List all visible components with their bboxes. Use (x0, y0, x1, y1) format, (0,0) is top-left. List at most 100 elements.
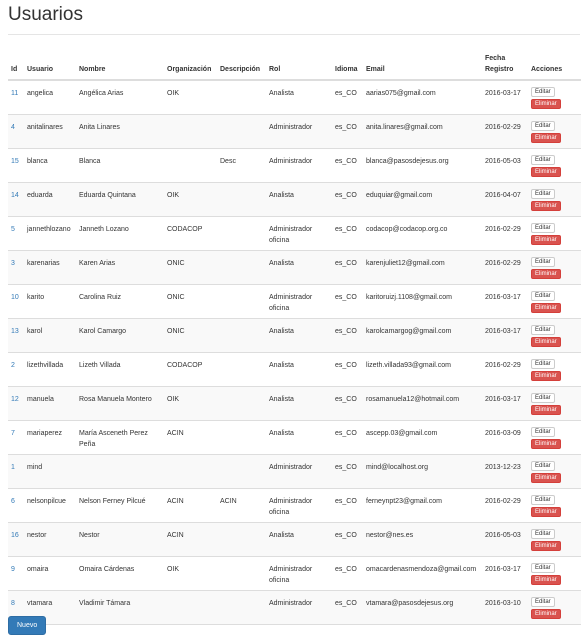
user-id-link[interactable]: 5 (11, 226, 15, 233)
cell-email: karenjuliet12@gmail.com (363, 250, 482, 285)
edit-button[interactable]: Editar (531, 189, 555, 199)
cell-email: lizeth.villada93@gmail.com (363, 352, 482, 387)
cell-email: karitoruizj.1108@gmail.com (363, 284, 482, 319)
cell-usuario: mariaperez (24, 420, 76, 455)
table-row: 12 manuela Rosa Manuela Montero OIK Analista… (8, 386, 581, 421)
cell-nombre: Omaira Cárdenas (76, 556, 164, 591)
cell-rol: Analista (266, 318, 332, 353)
cell-fecha-registro: 2016-02-29 (482, 114, 528, 149)
cell-rol: Administrador oficina (266, 216, 332, 251)
cell-email: ascepp.03@gmail.com (363, 420, 482, 455)
cell-descripcion: Desc (217, 148, 266, 183)
col-header-idioma: Idioma (332, 48, 363, 81)
edit-button[interactable]: Editar (531, 291, 555, 301)
user-id-link[interactable]: 1 (11, 464, 15, 471)
cell-nombre: Angélica Arias (76, 80, 164, 115)
cell-descripcion (217, 318, 266, 353)
delete-button[interactable]: Eliminar (531, 133, 561, 143)
cell-id: 11 (8, 80, 24, 115)
user-id-link[interactable]: 8 (11, 600, 15, 607)
cell-rol: Administrador oficina (266, 284, 332, 319)
cell-organizacion: OIK (164, 556, 217, 591)
cell-fecha-registro: 2016-04-07 (482, 182, 528, 217)
delete-button[interactable]: Eliminar (531, 337, 561, 347)
user-id-link[interactable]: 4 (11, 124, 15, 131)
cell-usuario: angelica (24, 80, 76, 115)
user-id-link[interactable]: 12 (11, 396, 19, 403)
cell-usuario: anitalinares (24, 114, 76, 149)
col-header-id: Id (8, 48, 24, 81)
users-table: Id Usuario Nombre Organización Descripci… (8, 48, 581, 625)
cell-id: 1 (8, 454, 24, 489)
delete-button[interactable]: Eliminar (531, 439, 561, 449)
edit-button[interactable]: Editar (531, 461, 555, 471)
edit-button[interactable]: Editar (531, 257, 555, 267)
cell-usuario: lizethvillada (24, 352, 76, 387)
cell-acciones: Editar Eliminar (528, 556, 581, 591)
user-id-link[interactable]: 7 (11, 430, 15, 437)
cell-email: codacop@codacop.org.co (363, 216, 482, 251)
cell-usuario: blanca (24, 148, 76, 183)
edit-button[interactable]: Editar (531, 529, 555, 539)
edit-button[interactable]: Editar (531, 87, 555, 97)
cell-id: 14 (8, 182, 24, 217)
cell-acciones: Editar Eliminar (528, 522, 581, 557)
edit-button[interactable]: Editar (531, 325, 555, 335)
delete-button[interactable]: Eliminar (531, 371, 561, 381)
user-id-link[interactable]: 2 (11, 362, 15, 369)
cell-nombre: Anita Linares (76, 114, 164, 149)
delete-button[interactable]: Eliminar (531, 201, 561, 211)
cell-usuario: omaira (24, 556, 76, 591)
delete-button[interactable]: Eliminar (531, 303, 561, 313)
cell-fecha-registro: 2016-05-03 (482, 148, 528, 183)
new-user-button[interactable]: Nuevo (8, 616, 47, 635)
edit-button[interactable]: Editar (531, 121, 555, 131)
user-id-link[interactable]: 16 (11, 532, 19, 539)
edit-button[interactable]: Editar (531, 495, 555, 505)
cell-descripcion (217, 420, 266, 455)
delete-button[interactable]: Eliminar (531, 609, 561, 619)
edit-button[interactable]: Editar (531, 427, 555, 437)
cell-id: 4 (8, 114, 24, 149)
delete-button[interactable]: Eliminar (531, 507, 561, 517)
cell-email: vtamara@pasosdejesus.org (363, 590, 482, 625)
cell-idioma: es_CO (332, 148, 363, 183)
delete-button[interactable]: Eliminar (531, 269, 561, 279)
user-id-link[interactable]: 9 (11, 566, 15, 573)
edit-button[interactable]: Editar (531, 393, 555, 403)
delete-button[interactable]: Eliminar (531, 167, 561, 177)
edit-button[interactable]: Editar (531, 359, 555, 369)
delete-button[interactable]: Eliminar (531, 235, 561, 245)
user-id-link[interactable]: 11 (11, 90, 18, 97)
delete-button[interactable]: Eliminar (531, 99, 561, 109)
cell-descripcion (217, 556, 266, 591)
delete-button[interactable]: Eliminar (531, 575, 561, 585)
title-divider (8, 34, 580, 35)
delete-button[interactable]: Eliminar (531, 541, 561, 551)
user-id-link[interactable]: 6 (11, 498, 15, 505)
delete-button[interactable]: Eliminar (531, 473, 561, 483)
delete-button[interactable]: Eliminar (531, 405, 561, 415)
cell-rol: Analista (266, 352, 332, 387)
cell-fecha-registro: 2016-02-29 (482, 352, 528, 387)
edit-button[interactable]: Editar (531, 155, 555, 165)
user-id-link[interactable]: 3 (11, 260, 15, 267)
cell-organizacion: OIK (164, 80, 217, 115)
edit-button[interactable]: Editar (531, 597, 555, 607)
user-id-link[interactable]: 15 (11, 158, 19, 165)
cell-rol: Administrador (266, 114, 332, 149)
cell-acciones: Editar Eliminar (528, 182, 581, 217)
table-row: 7 mariaperez María Asceneth Perez Peña ACIN… (8, 420, 581, 455)
cell-email: rosamanuela12@hotmail.com (363, 386, 482, 421)
cell-descripcion (217, 216, 266, 251)
user-id-link[interactable]: 14 (11, 192, 19, 199)
col-header-organizacion: Organización (164, 48, 217, 81)
cell-organizacion: ONIC (164, 250, 217, 285)
edit-button[interactable]: Editar (531, 223, 555, 233)
user-id-link[interactable]: 10 (11, 294, 19, 301)
cell-id: 5 (8, 216, 24, 251)
cell-idioma: es_CO (332, 352, 363, 387)
user-id-link[interactable]: 13 (11, 328, 19, 335)
cell-nombre: Lizeth Villada (76, 352, 164, 387)
edit-button[interactable]: Editar (531, 563, 555, 573)
